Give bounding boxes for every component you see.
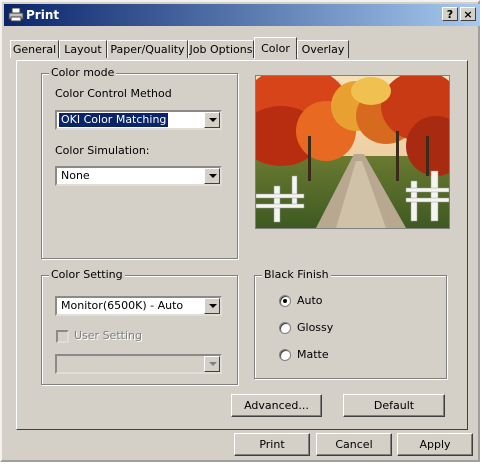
- color-simulation-label: Color Simulation:: [55, 144, 150, 157]
- user-setting-select[interactable]: [55, 354, 222, 374]
- close-button[interactable]: ×: [460, 7, 476, 21]
- advanced-button[interactable]: Advanced...: [231, 394, 322, 417]
- radio-matte[interactable]: [279, 349, 291, 361]
- apply-button[interactable]: Apply: [397, 433, 473, 456]
- chevron-down-icon[interactable]: [204, 298, 220, 314]
- tab-job-options[interactable]: Job Options: [188, 40, 254, 58]
- black-finish-legend: Black Finish: [262, 268, 331, 281]
- radio-auto[interactable]: [279, 295, 291, 307]
- tab-layout[interactable]: Layout: [59, 40, 107, 58]
- radio-auto-label: Auto: [297, 294, 323, 307]
- cancel-button[interactable]: Cancel: [316, 433, 392, 456]
- tab-overlay[interactable]: Overlay: [297, 40, 349, 58]
- radio-matte-label: Matte: [297, 348, 329, 361]
- radio-glossy[interactable]: [279, 322, 291, 334]
- color-setting-group: Color Setting Monitor(6500K) - Auto User…: [41, 268, 238, 385]
- tab-paper-quality[interactable]: Paper/Quality: [107, 40, 188, 58]
- color-setting-legend: Color Setting: [49, 268, 125, 281]
- chevron-down-icon[interactable]: [204, 112, 220, 128]
- color-mode-legend: Color mode: [49, 66, 117, 79]
- color-simulation-value: None: [61, 169, 90, 182]
- autumn-road-photo: [255, 75, 450, 229]
- tab-color[interactable]: Color: [254, 37, 297, 59]
- color-setting-value: Monitor(6500K) - Auto: [61, 299, 184, 312]
- chevron-down-icon[interactable]: [204, 356, 220, 372]
- default-button[interactable]: Default: [343, 394, 445, 417]
- user-setting-checkbox[interactable]: [56, 330, 69, 343]
- print-button[interactable]: Print: [234, 433, 310, 456]
- color-tab-page: Color mode Color Control Method OKI Colo…: [16, 60, 468, 430]
- print-dialog: Print ? × General Layout Paper/Quality J…: [0, 0, 480, 462]
- color-control-method-value: OKI Color Matching: [59, 113, 169, 127]
- user-setting-value: [59, 357, 63, 371]
- color-control-method-select[interactable]: OKI Color Matching: [55, 110, 222, 130]
- chevron-down-icon[interactable]: [204, 168, 220, 184]
- help-button[interactable]: ?: [442, 7, 458, 21]
- tab-general[interactable]: General: [10, 40, 59, 58]
- radio-glossy-label: Glossy: [297, 321, 334, 334]
- color-simulation-select[interactable]: None: [55, 166, 222, 186]
- printer-icon: [8, 8, 24, 22]
- color-setting-select[interactable]: Monitor(6500K) - Auto: [55, 296, 222, 316]
- window-title: Print: [26, 8, 60, 22]
- user-setting-label: User Setting: [74, 329, 142, 342]
- title-bar: Print ? ×: [4, 4, 480, 26]
- color-mode-group: Color mode Color Control Method OKI Colo…: [41, 66, 238, 259]
- color-control-method-label: Color Control Method: [55, 87, 172, 100]
- black-finish-group: Black Finish Auto Glossy Matte: [254, 268, 447, 379]
